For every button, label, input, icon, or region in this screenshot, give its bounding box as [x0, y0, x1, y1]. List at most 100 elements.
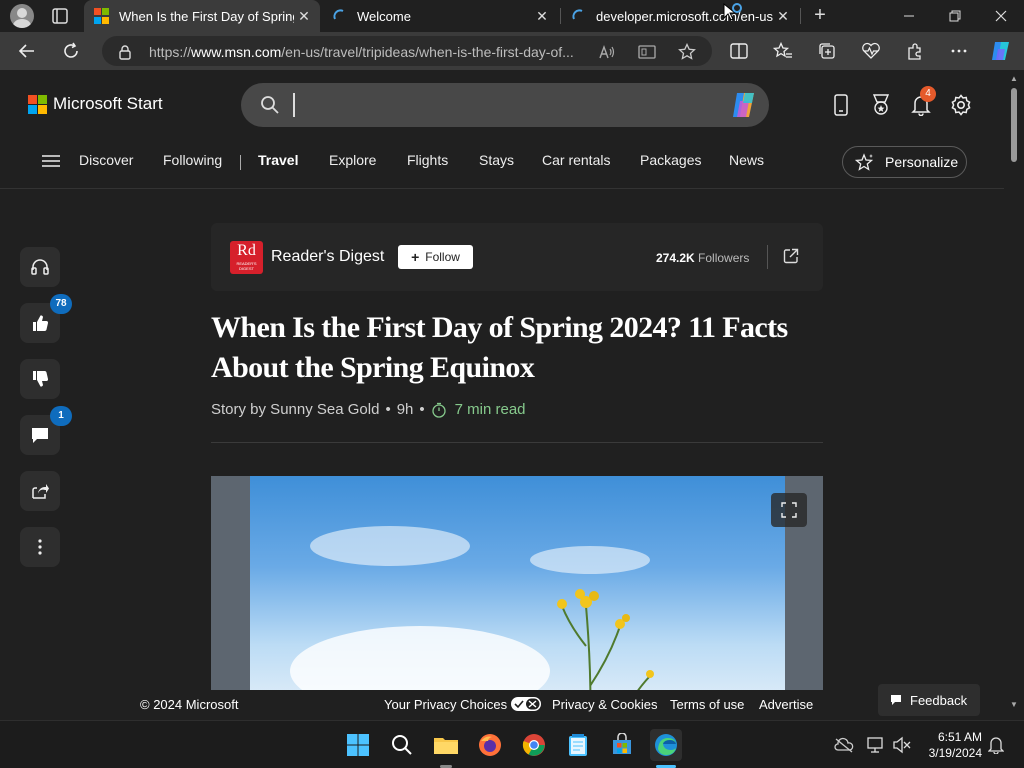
publisher-divider	[767, 245, 768, 269]
page-scrollbar[interactable]: ▲ ▼	[1004, 70, 1024, 720]
like-count-badge: 78	[50, 294, 72, 314]
mobile-app-icon[interactable]	[828, 92, 854, 118]
article-divider	[211, 442, 823, 443]
volume-muted-icon[interactable]	[892, 735, 912, 755]
advertise-link[interactable]: Advertise	[759, 697, 813, 712]
plus-icon: +	[411, 249, 420, 265]
back-button[interactable]	[14, 38, 40, 64]
scroll-down-arrow-icon[interactable]: ▼	[1009, 700, 1019, 710]
nav-news[interactable]: News	[729, 152, 764, 168]
notification-center-icon[interactable]	[986, 735, 1006, 755]
brand-name: Microsoft Start	[53, 94, 163, 113]
more-options-button[interactable]	[20, 527, 60, 567]
collections-icon[interactable]	[814, 38, 840, 64]
address-bar[interactable]: https://www.msn.com/en-us/travel/tripide…	[102, 36, 712, 66]
refresh-button[interactable]	[58, 38, 84, 64]
taskbar-search-icon[interactable]	[386, 729, 418, 761]
nav-packages[interactable]: Packages	[640, 152, 701, 168]
dislike-button[interactable]	[20, 359, 60, 399]
read-time: 7 min read	[454, 401, 526, 418]
tab-close-icon[interactable]: ✕	[532, 6, 552, 26]
follow-button[interactable]: + Follow	[398, 245, 473, 269]
search-icon[interactable]	[260, 95, 280, 115]
nav-car-rentals[interactable]: Car rentals	[542, 152, 610, 168]
scroll-up-arrow-icon[interactable]: ▲	[1009, 74, 1019, 84]
rd-logo-subtext: READER'S DIGEST	[236, 261, 257, 271]
msn-page: Microsoft Start 4 Discover Following Tra…	[0, 70, 1004, 720]
onedrive-offline-icon[interactable]	[834, 735, 854, 755]
rewards-icon[interactable]	[868, 92, 894, 118]
tab-developer-microsoft[interactable]: developer.microsoft.com/en-us/ ✕	[561, 0, 799, 32]
split-screen-icon[interactable]	[726, 38, 752, 64]
clock-time: 6:51 AM	[937, 730, 982, 744]
search-input[interactable]	[293, 93, 713, 117]
browser-essentials-icon[interactable]	[858, 38, 884, 64]
microsoft-store-icon[interactable]	[606, 729, 638, 761]
favorites-icon[interactable]	[770, 38, 796, 64]
comments-button[interactable]: 1	[20, 406, 72, 455]
scrollbar-thumb[interactable]	[1011, 88, 1017, 162]
notepad-icon[interactable]	[562, 729, 594, 761]
like-button[interactable]: 78	[20, 294, 72, 343]
firefox-icon[interactable]	[474, 729, 506, 761]
notifications-bell-icon[interactable]: 4	[908, 86, 936, 118]
app-available-icon[interactable]	[638, 43, 656, 61]
edge-icon[interactable]	[650, 729, 682, 761]
settings-gear-icon[interactable]	[948, 92, 974, 118]
hero-image[interactable]	[211, 476, 823, 720]
terms-link[interactable]: Terms of use	[670, 697, 744, 712]
feedback-button[interactable]: Feedback	[878, 684, 980, 716]
category-nav: Discover Following Travel Explore Flight…	[0, 140, 1004, 188]
lock-icon[interactable]	[116, 43, 134, 61]
network-icon[interactable]	[866, 735, 886, 755]
tab-close-icon[interactable]: ✕	[294, 6, 314, 26]
minimize-button[interactable]	[886, 0, 932, 32]
favorite-star-icon[interactable]	[678, 43, 696, 61]
chrome-icon[interactable]	[518, 729, 550, 761]
microsoft-start-logo[interactable]: Microsoft Start	[28, 94, 163, 114]
more-menu-icon[interactable]	[946, 38, 972, 64]
copilot-sidebar-icon[interactable]	[988, 38, 1014, 64]
browser-toolbar: https://www.msn.com/en-us/travel/tripide…	[0, 32, 1024, 70]
readers-digest-logo[interactable]: Rd READER'S DIGEST	[230, 241, 263, 274]
profile-avatar-icon[interactable]	[10, 4, 34, 28]
start-button[interactable]	[342, 729, 374, 761]
share-button[interactable]	[20, 471, 60, 511]
personalize-label: Personalize	[885, 154, 959, 170]
extensions-icon[interactable]	[902, 38, 928, 64]
author[interactable]: Story by Sunny Sea Gold	[211, 401, 379, 418]
article-age: 9h	[396, 401, 414, 418]
restore-button[interactable]	[932, 0, 978, 32]
publisher-name[interactable]: Reader's Digest	[271, 248, 384, 266]
comment-count-badge: 1	[50, 406, 72, 426]
rd-logo-text: Rd	[237, 242, 256, 259]
tab-actions-icon[interactable]	[48, 6, 72, 26]
privacy-cookies-link[interactable]: Privacy & Cookies	[552, 697, 657, 712]
url-text[interactable]: https://www.msn.com/en-us/travel/tripide…	[149, 44, 594, 60]
nav-following[interactable]: Following	[163, 152, 222, 168]
privacy-choices-link[interactable]: Your Privacy Choices	[384, 697, 542, 714]
hamburger-menu-icon[interactable]	[42, 154, 60, 168]
nav-flights[interactable]: Flights	[407, 152, 448, 168]
copilot-icon[interactable]	[729, 91, 759, 119]
external-link-icon[interactable]	[782, 247, 800, 265]
tab-close-icon[interactable]: ✕	[773, 6, 793, 26]
separator-dot: •	[419, 401, 425, 418]
personalize-button[interactable]: Personalize	[842, 146, 967, 178]
fullscreen-button[interactable]	[771, 493, 807, 527]
nav-stays[interactable]: Stays	[479, 152, 514, 168]
close-window-button[interactable]	[978, 0, 1024, 32]
loading-spinner-icon	[571, 8, 587, 24]
followers-label: Followers	[698, 251, 750, 265]
nav-travel[interactable]: Travel	[258, 152, 298, 168]
tab-title: Welcome	[357, 8, 411, 24]
new-tab-button[interactable]: +	[808, 4, 832, 28]
tab-spring-article[interactable]: When Is the First Day of Spring 2 ✕	[84, 0, 320, 32]
system-clock[interactable]: 6:51 AM 3/19/2024	[920, 729, 982, 761]
nav-explore[interactable]: Explore	[329, 152, 376, 168]
listen-button[interactable]	[20, 247, 60, 287]
read-aloud-icon[interactable]	[598, 43, 616, 61]
tab-welcome[interactable]: Welcome ✕	[322, 0, 558, 32]
nav-discover[interactable]: Discover	[79, 152, 133, 168]
file-explorer-icon[interactable]	[430, 729, 462, 761]
